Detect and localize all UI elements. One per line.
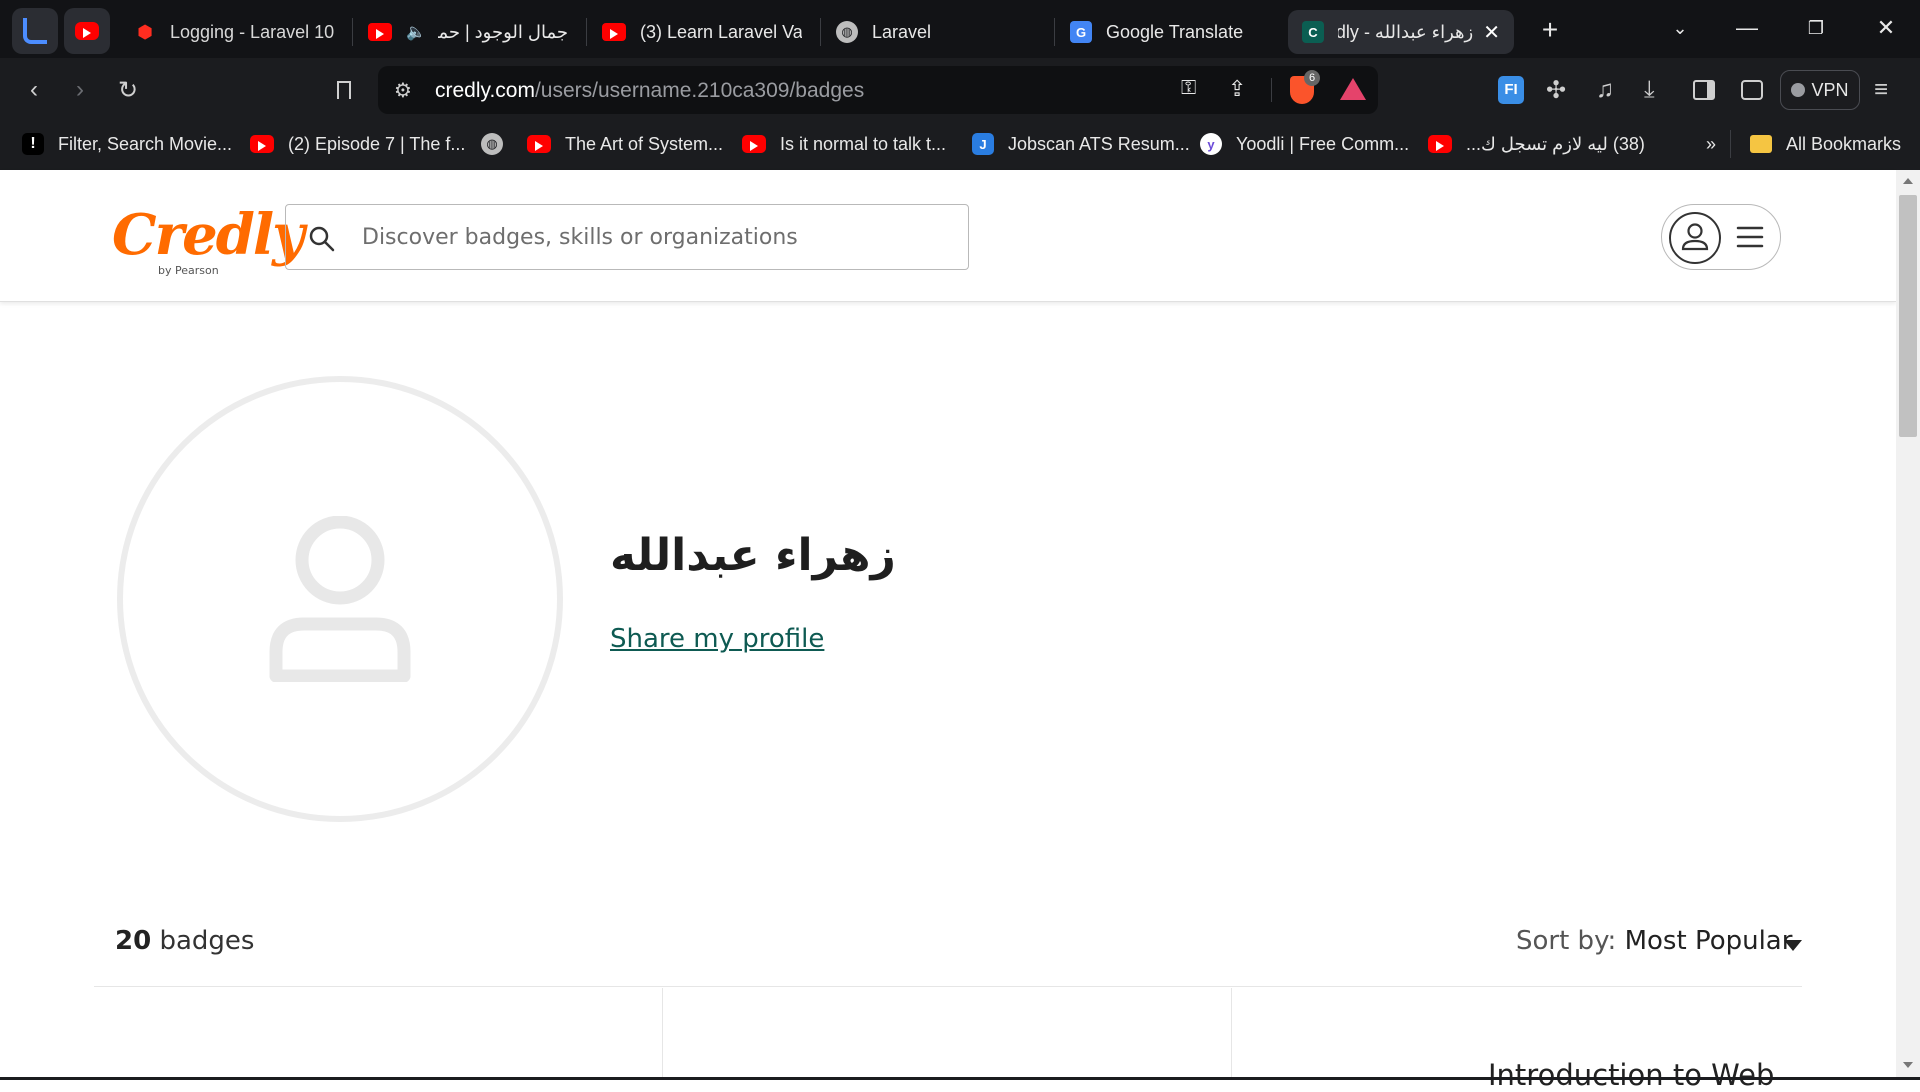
folder-icon: [1750, 135, 1772, 153]
media-music-icon[interactable]: ♫: [1596, 76, 1614, 104]
close-window-button[interactable]: ✕: [1866, 8, 1906, 48]
leetcode-icon: [23, 18, 47, 44]
url-text[interactable]: credly.com/users/username.210ca309/badge…: [435, 79, 864, 103]
badge-count: 20 badges: [115, 926, 254, 956]
credly-icon: C: [1302, 21, 1324, 43]
wallet-icon[interactable]: [1741, 80, 1763, 100]
imdb-icon: !: [22, 133, 44, 155]
vpn-button[interactable]: VPN: [1780, 70, 1860, 110]
sort-caret-icon[interactable]: [1784, 940, 1802, 951]
user-menu-button[interactable]: [1661, 204, 1781, 270]
forward-button[interactable]: ›: [60, 70, 100, 110]
back-button[interactable]: ‹: [14, 70, 54, 110]
bookmark-page-button[interactable]: [324, 70, 364, 110]
sort-value: Most Popular: [1624, 926, 1793, 956]
badge-column-separator: [1231, 988, 1232, 1080]
extension-fi-icon[interactable]: FI: [1498, 76, 1524, 104]
bookmark-imdb[interactable]: ! Filter, Search Movie...: [22, 128, 232, 160]
youtube-icon: [602, 23, 626, 41]
scroll-up-arrow-icon[interactable]: [1903, 178, 1913, 184]
logo-wordmark: Credly: [112, 202, 305, 268]
url-divider: [1271, 78, 1272, 102]
badge-card-title[interactable]: Introduction to Web: [1488, 1058, 1774, 1092]
bookmark-arabic-video[interactable]: (38) ليه لازم تسجل ك...: [1428, 128, 1645, 160]
hamburger-menu-icon: [1736, 226, 1764, 248]
bookmark-is-it-normal[interactable]: Is it normal to talk t...: [742, 128, 946, 160]
badge-count-number: 20: [115, 926, 152, 956]
bookmark-yoodli[interactable]: y Yoodli | Free Comm...: [1200, 128, 1409, 160]
search-input[interactable]: [362, 221, 942, 253]
reload-button[interactable]: ↻: [108, 70, 148, 110]
bookmark-jobscan[interactable]: J Jobscan ATS Resum...: [972, 128, 1190, 160]
tab-separator: [352, 18, 353, 46]
bookmark-art-of-system[interactable]: The Art of System...: [527, 128, 723, 160]
youtube-icon: [1428, 135, 1452, 153]
tab-separator: [820, 18, 821, 46]
brave-rewards-icon[interactable]: [1340, 78, 1366, 100]
profile-avatar: [117, 376, 563, 822]
jobscan-icon: J: [972, 133, 994, 155]
extensions-puzzle-icon[interactable]: ✣: [1546, 76, 1566, 105]
profile-name: زهراء عبدالله: [610, 530, 896, 581]
badge-column-separator: [662, 988, 663, 1080]
scroll-down-arrow-icon[interactable]: [1903, 1062, 1913, 1068]
all-bookmarks-button[interactable]: All Bookmarks: [1750, 128, 1901, 160]
google-translate-icon: G: [1070, 21, 1092, 43]
bookmark-icon: [337, 81, 351, 99]
sort-dropdown[interactable]: Sort by: Most Popular: [1516, 926, 1792, 956]
restore-button[interactable]: ❐: [1796, 8, 1836, 48]
tab-google-translate[interactable]: G Google Translate: [1070, 10, 1270, 54]
youtube-icon: [527, 135, 551, 153]
browser-app-icon[interactable]: [12, 8, 58, 54]
badges-divider: [94, 986, 1802, 987]
share-icon[interactable]: ⇪: [1228, 76, 1246, 102]
youtube-icon: [250, 135, 274, 153]
credly-logo[interactable]: Credly by Pearson: [112, 202, 305, 282]
user-icon: [1669, 212, 1721, 264]
globe-icon: ◍: [481, 133, 503, 155]
yoodli-icon: y: [1200, 133, 1222, 155]
search-icon: [309, 226, 335, 252]
close-tab-icon[interactable]: ✕: [1483, 20, 1500, 45]
youtube-icon: [368, 23, 392, 41]
tab-learn-laravel-vapor[interactable]: (3) Learn Laravel Vap: [602, 10, 802, 54]
scrollbar-thumb[interactable]: [1899, 195, 1917, 437]
share-profile-link[interactable]: Share my profile: [610, 624, 824, 654]
minimize-button[interactable]: —: [1727, 8, 1767, 48]
main-menu-icon[interactable]: ≡: [1874, 76, 1888, 104]
new-tab-button[interactable]: +: [1530, 10, 1570, 50]
tab-logging-laravel[interactable]: ⬢ Logging - Laravel 10.: [134, 10, 334, 54]
globe-icon: ◍: [836, 21, 858, 43]
search-box[interactable]: [285, 204, 969, 270]
bookmark-globe[interactable]: ◍: [481, 128, 517, 160]
tab-credly-active[interactable]: C زهراء عبدالله - dly ✕: [1288, 10, 1514, 54]
bookmarks-divider: [1730, 130, 1731, 158]
tab-separator: [1054, 18, 1055, 46]
sort-label: Sort by:: [1516, 926, 1617, 956]
youtube-icon: [742, 135, 766, 153]
shields-count-badge: 6: [1304, 70, 1320, 86]
logo-subtext: by Pearson: [158, 264, 219, 277]
tab-strip: ⬢ Logging - Laravel 10. 🔈 جمال الوجود | …: [0, 0, 1920, 58]
site-settings-icon[interactable]: ⚙: [394, 78, 412, 103]
download-icon[interactable]: ⤓: [1644, 76, 1655, 104]
tab-separator: [586, 18, 587, 46]
address-bar[interactable]: ⚙ credly.com/users/username.210ca309/bad…: [378, 66, 1378, 114]
tab-youtube-arabic[interactable]: 🔈 جمال الوجود | حمو: [368, 10, 568, 54]
sidebar-icon[interactable]: [1693, 80, 1715, 100]
avatar-placeholder-icon: [269, 516, 411, 682]
bookmark-episode-7[interactable]: (2) Episode 7 | The f...: [250, 128, 465, 160]
tab-laravel[interactable]: ◍ Laravel: [836, 10, 1036, 54]
pinned-youtube-tab[interactable]: [64, 8, 110, 54]
speaker-icon[interactable]: 🔈: [406, 22, 426, 42]
tab-search-chevron-icon[interactable]: ⌄: [1660, 8, 1700, 48]
youtube-icon: [75, 22, 99, 40]
laravel-icon: ⬢: [137, 21, 153, 42]
badge-count-suffix: badges: [151, 926, 255, 956]
vpn-status-icon: [1791, 83, 1806, 97]
password-key-icon[interactable]: ⚿: [1181, 77, 1196, 100]
bookmarks-overflow-button[interactable]: »: [1706, 128, 1716, 160]
